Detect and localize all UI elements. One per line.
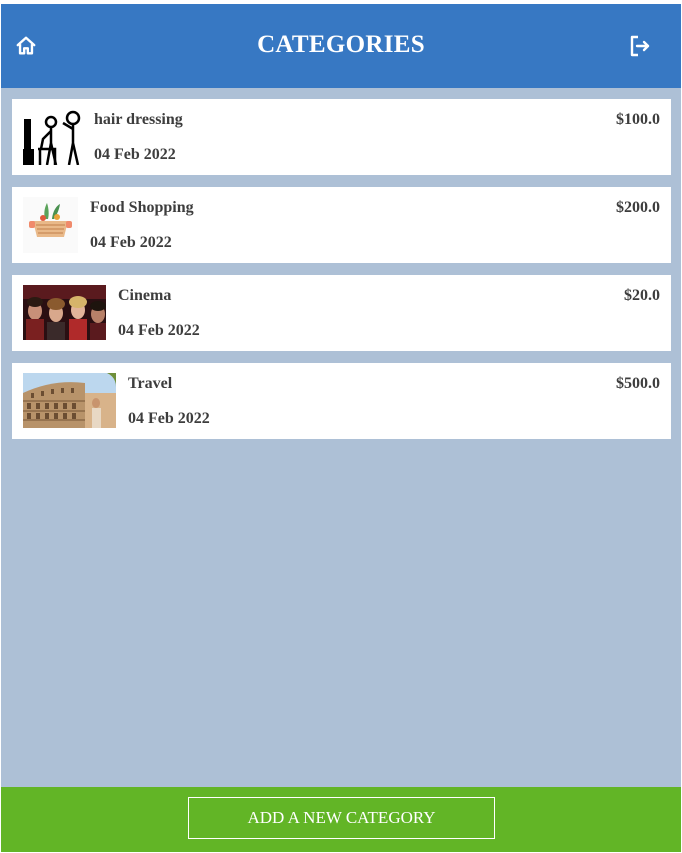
category-name: Travel <box>128 375 173 392</box>
add-category-button[interactable]: ADD A NEW CATEGORY <box>188 797 495 839</box>
logout-icon <box>630 35 650 57</box>
category-name: Food Shopping <box>90 199 194 216</box>
footer-bar: ADD A NEW CATEGORY <box>1 787 681 852</box>
logout-button[interactable] <box>625 31 655 61</box>
category-name: Cinema <box>118 287 172 304</box>
category-date: 04 Feb 2022 <box>94 146 176 163</box>
category-card[interactable]: Travel 04 Feb 2022 $500.0 <box>12 363 671 439</box>
category-date: 04 Feb 2022 <box>128 410 210 427</box>
basket-image <box>23 197 78 253</box>
category-date: 04 Feb 2022 <box>118 322 200 339</box>
category-date: 04 Feb 2022 <box>90 234 172 251</box>
colosseum-image <box>23 373 116 428</box>
category-card[interactable]: Cinema 04 Feb 2022 $20.0 <box>12 275 671 351</box>
category-name: hair dressing <box>94 111 183 128</box>
app-root: CATEGORIES hair dressing 04 Feb 2022 $10… <box>1 4 681 852</box>
category-amount: $500.0 <box>616 375 660 392</box>
cinema-image <box>23 285 106 340</box>
header-bar: CATEGORIES <box>1 4 681 88</box>
page-title: CATEGORIES <box>257 31 425 58</box>
hairdresser-image <box>23 109 83 165</box>
category-amount: $20.0 <box>624 287 660 304</box>
category-card[interactable]: hair dressing 04 Feb 2022 $100.0 <box>12 99 671 175</box>
category-amount: $200.0 <box>616 199 660 216</box>
category-amount: $100.0 <box>616 111 660 128</box>
category-card[interactable]: Food Shopping 04 Feb 2022 $200.0 <box>12 187 671 263</box>
